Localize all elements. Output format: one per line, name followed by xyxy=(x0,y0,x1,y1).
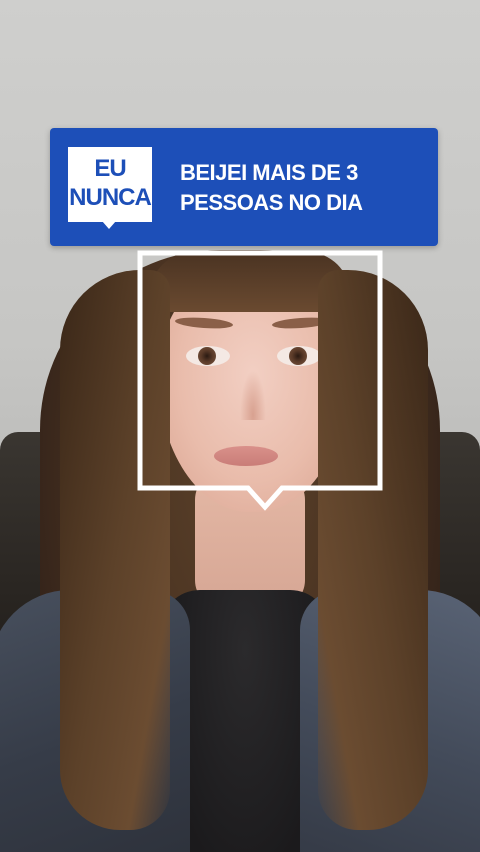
badge-text-line2: NUNCA xyxy=(69,184,152,211)
filter-question-banner: EU NUNCA BEIJEI MAIS DE 3 PESSOAS NO DIA xyxy=(50,128,438,246)
badge-text-line1: EU xyxy=(94,155,126,182)
eu-nunca-badge: EU NUNCA xyxy=(68,147,152,222)
badge-speech-tail xyxy=(102,221,116,229)
face-frame-outline xyxy=(137,250,383,511)
face-frame xyxy=(137,250,383,511)
statement-line1: BEIJEI MAIS DE 3 xyxy=(180,160,358,185)
statement-line2: PESSOAS NO DIA xyxy=(180,190,363,215)
